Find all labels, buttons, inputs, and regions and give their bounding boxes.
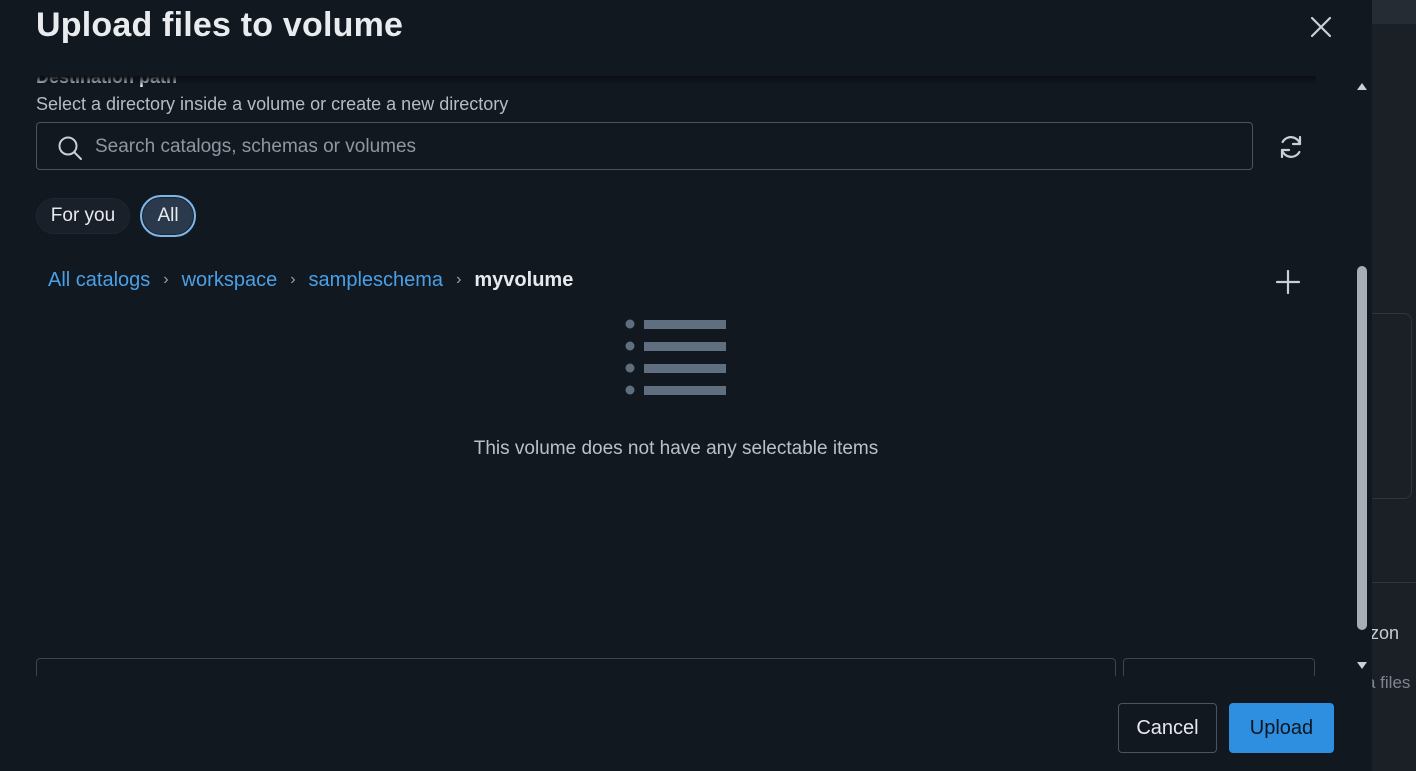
scroll-up-arrow-icon[interactable] [1356, 80, 1368, 92]
breadcrumb-current-volume: myvolume [474, 268, 574, 291]
breadcrumb-workspace[interactable]: workspace [182, 269, 278, 292]
destination-path-description: Select a directory inside a volume or cr… [36, 94, 509, 114]
scrollbar-thumb[interactable] [1357, 266, 1367, 630]
refresh-icon [1280, 135, 1302, 159]
search-icon [58, 136, 82, 160]
background-text: azon [1372, 623, 1400, 643]
chevron-right-icon: › [163, 271, 169, 288]
background-card [1372, 313, 1412, 499]
background-page: v azon a files [1372, 0, 1416, 771]
partially-visible-button[interactable] [1123, 658, 1315, 676]
upload-button[interactable]: Upload [1229, 703, 1334, 753]
scrollbar[interactable] [1352, 76, 1372, 676]
close-icon [1310, 16, 1332, 38]
search-input[interactable] [93, 123, 1247, 171]
chevron-right-icon: › [456, 271, 462, 288]
create-directory-button[interactable] [1274, 268, 1302, 296]
refresh-button[interactable] [1276, 132, 1306, 162]
chevron-right-icon: › [290, 271, 296, 288]
background-divider [1372, 582, 1416, 583]
background-header [1372, 0, 1416, 24]
close-button[interactable] [1304, 10, 1338, 44]
breadcrumb: All catalogs › workspace › sampleschema … [48, 268, 573, 292]
filter-all[interactable]: All [140, 195, 196, 237]
breadcrumb-sampleschema[interactable]: sampleschema [309, 269, 444, 292]
breadcrumb-all-catalogs[interactable]: All catalogs [48, 269, 150, 292]
search-field[interactable] [36, 122, 1253, 171]
plus-icon [1275, 269, 1301, 295]
empty-state-message: This volume does not have any selectable… [473, 438, 879, 459]
dialog-body: Destination path Select a directory insi… [0, 76, 1352, 676]
list-icon [625, 319, 726, 395]
filter-for-you[interactable]: For you [36, 198, 130, 234]
partially-visible-field[interactable] [36, 658, 1116, 676]
scroll-down-arrow-icon[interactable] [1356, 660, 1368, 672]
dialog-title: Upload files to volume [36, 6, 404, 44]
upload-dialog: Upload files to volume Destination path … [0, 0, 1372, 771]
cancel-button[interactable]: Cancel [1118, 703, 1217, 753]
background-text: a files [1372, 673, 1411, 692]
scroll-shadow [36, 76, 1316, 86]
